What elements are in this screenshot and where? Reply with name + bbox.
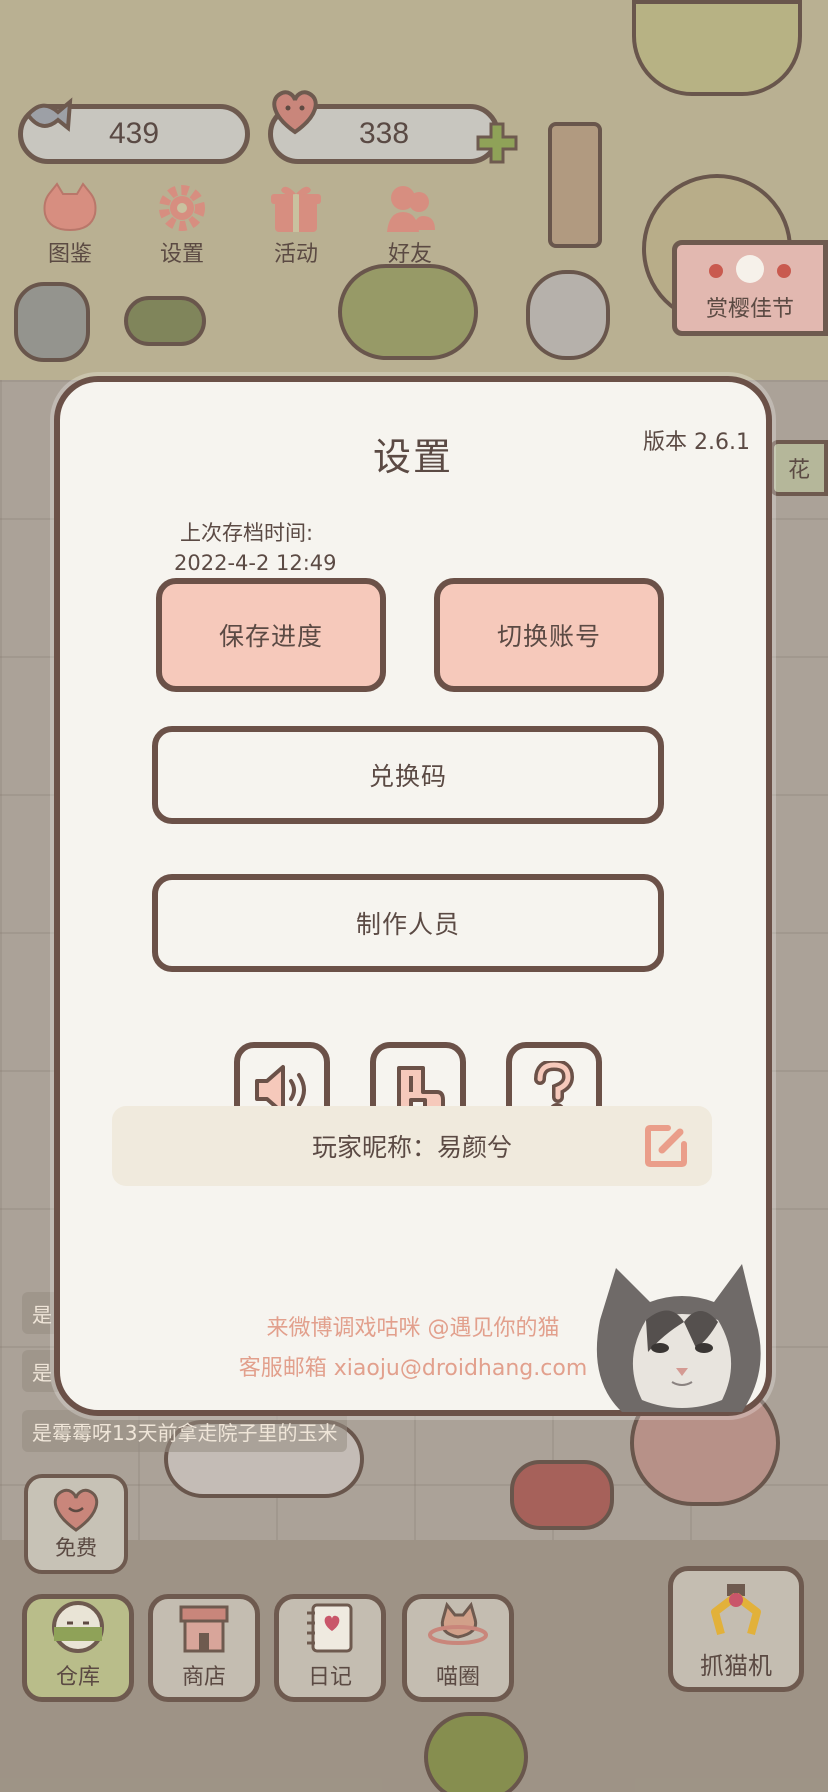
hud-label-catalog: 图鉴 xyxy=(47,242,92,267)
blossom-icon xyxy=(709,255,791,283)
claw-machine-button[interactable]: 抓猫机 xyxy=(668,1566,804,1692)
last-save-label: 上次存档时间: xyxy=(180,521,314,545)
fish-icon xyxy=(25,97,73,132)
nav-shop-label: 商店 xyxy=(181,1665,226,1690)
player-nickname-bar: 玩家昵称：易颜兮 xyxy=(112,1106,712,1186)
last-save-time: 2022-4-2 12:49 xyxy=(174,551,337,575)
save-progress-label: 保存进度 xyxy=(218,622,323,651)
credits-label: 制作人员 xyxy=(355,910,460,939)
free-label: 免费 xyxy=(55,1536,97,1560)
chat-text-2: 是 xyxy=(32,1360,52,1385)
hud-button-friends[interactable]: 好友 xyxy=(362,180,458,270)
event-label: 赏樱佳节 xyxy=(705,297,794,322)
cherry-blossom-event-sign[interactable]: 赏樱佳节 xyxy=(672,240,828,336)
chat-message-3: 是霉霉呀13天前拿走院子里的玉米 xyxy=(22,1410,348,1452)
switch-account-button[interactable]: 切换账号 xyxy=(434,578,664,692)
friends-icon xyxy=(387,186,435,232)
storage-icon xyxy=(52,1601,104,1653)
edit-icon[interactable] xyxy=(642,1122,690,1170)
credits-button[interactable]: 制作人员 xyxy=(152,874,664,972)
redeem-code-button[interactable]: 兑换码 xyxy=(152,726,664,824)
heart-count: 338 xyxy=(358,117,410,150)
hud-button-settings[interactable]: 设置 xyxy=(134,180,230,270)
hud-button-events[interactable]: 活动 xyxy=(248,180,344,270)
nav-diary-label: 日记 xyxy=(307,1665,352,1690)
diary-icon xyxy=(307,1603,353,1653)
hud-button-catalog[interactable]: 图鉴 xyxy=(22,180,118,270)
heart-icon xyxy=(272,90,318,135)
gear-icon xyxy=(159,185,205,231)
nav-diary[interactable]: 日记 xyxy=(274,1594,386,1702)
shop-icon xyxy=(179,1605,229,1653)
save-progress-button[interactable]: 保存进度 xyxy=(156,578,386,692)
side-flower-tab[interactable]: 花 xyxy=(770,440,828,496)
fish-count: 439 xyxy=(108,117,160,150)
player-nickname: 玩家昵称：易颜兮 xyxy=(311,1133,512,1162)
cat-face-icon xyxy=(43,182,97,232)
cat-photo xyxy=(596,1264,761,1412)
switch-account-label: 切换账号 xyxy=(496,622,601,651)
hud-label-settings: 设置 xyxy=(159,242,204,267)
nav-shop[interactable]: 商店 xyxy=(148,1594,260,1702)
heart-icon xyxy=(53,1488,99,1532)
nav-cat-circle-label: 喵圈 xyxy=(435,1665,480,1690)
chat-text-3: 是霉霉呀13天前拿走院子里的玉米 xyxy=(32,1420,338,1445)
free-hearts-button[interactable]: 免费 xyxy=(24,1474,128,1574)
last-save-info: 上次存档时间: 2022-4-2 12:49 xyxy=(174,518,337,578)
claw-icon xyxy=(711,1584,761,1636)
claw-label: 抓猫机 xyxy=(700,1652,772,1680)
nav-storage-label: 仓库 xyxy=(55,1665,100,1690)
side-flower-label: 花 xyxy=(787,458,810,483)
nav-storage[interactable]: 仓库 xyxy=(22,1594,134,1702)
nav-cat-circle[interactable]: 喵圈 xyxy=(402,1594,514,1702)
version-label: 版本 2.6.1 xyxy=(643,430,750,455)
gift-icon xyxy=(271,186,321,232)
redeem-code-label: 兑换码 xyxy=(368,762,447,791)
add-hearts-button[interactable] xyxy=(474,120,520,166)
hud-label-events: 活动 xyxy=(273,242,318,267)
chat-text-1: 是 xyxy=(32,1302,52,1327)
hud-label-friends: 好友 xyxy=(387,242,432,267)
cat-circle-icon xyxy=(428,1601,488,1645)
